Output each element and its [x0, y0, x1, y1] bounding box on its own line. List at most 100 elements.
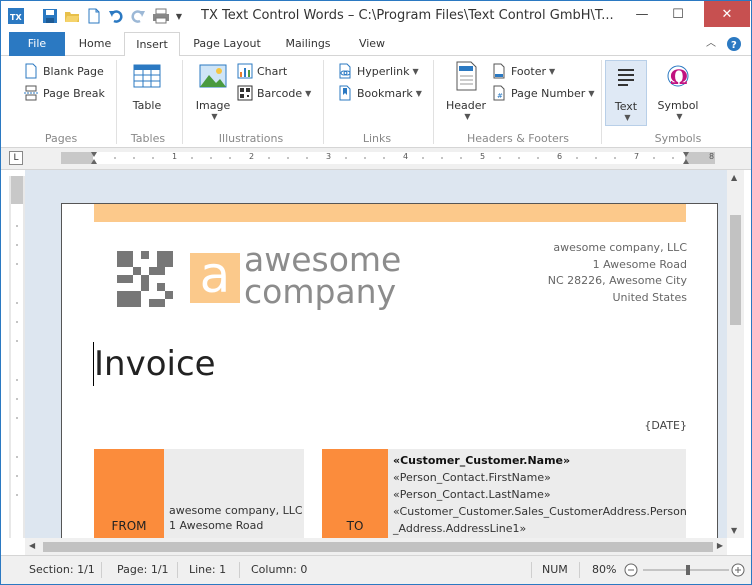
bookmark-icon [339, 85, 351, 101]
tab-view[interactable]: View [347, 32, 397, 56]
qr-code-icon [117, 251, 173, 307]
group-label-pages: Pages [44, 132, 78, 145]
customize-icon[interactable]: ▼ [173, 7, 185, 25]
blank-page-icon [25, 63, 37, 79]
company-address: awesome company, LLC 1 Awesome Road NC 2… [548, 240, 687, 306]
vertical-ruler[interactable] [9, 176, 25, 538]
zoom-in-icon[interactable] [731, 561, 747, 579]
horizontal-scrollbar[interactable]: ◀ ▶ [25, 538, 727, 555]
group-label-links: Links [362, 132, 392, 145]
vertical-scroll-thumb[interactable] [730, 215, 741, 325]
open-icon[interactable] [63, 7, 81, 25]
tab-insert[interactable]: Insert [124, 32, 180, 57]
merge-field[interactable]: «Customer_Customer.Sales_CustomerAddress… [393, 503, 687, 520]
document-area[interactable]: a awesome company awesome company, LLC 1… [25, 170, 727, 538]
chart-icon [237, 63, 253, 79]
status-bar: Section: 1/1 Page: 1/1 Line: 1 Column: 0… [1, 555, 751, 584]
blank-page-button[interactable]: Blank Page [23, 62, 104, 80]
horizontal-scroll-thumb[interactable] [43, 542, 713, 552]
hyperlink-button[interactable]: Hyperlink ▼ [337, 62, 419, 80]
tab-page-layout[interactable]: Page Layout [185, 32, 269, 56]
status-line: Line: 1 [189, 563, 227, 576]
collapse-ribbon-icon[interactable]: ︿ [701, 32, 721, 56]
from-label: FROM [111, 519, 147, 533]
group-label-headers-footers: Headers & Footers [466, 132, 570, 145]
group-separator [601, 60, 602, 144]
print-icon[interactable] [151, 7, 171, 25]
symbol-icon: Ω [667, 65, 689, 89]
group-label-illustrations: Illustrations [218, 132, 284, 145]
tab-home[interactable]: Home [67, 32, 123, 56]
zoom-out-icon[interactable] [624, 561, 640, 579]
status-separator [579, 562, 580, 578]
image-icon [199, 64, 227, 88]
ruler-mark: 4 [403, 152, 409, 161]
new-icon[interactable] [85, 7, 103, 25]
close-button[interactable]: ✕ [704, 1, 750, 27]
save-icon[interactable] [41, 7, 59, 25]
redo-icon[interactable] [129, 7, 147, 25]
group-separator [323, 60, 324, 144]
table-icon [133, 64, 161, 88]
bookmark-button[interactable]: Bookmark ▼ [337, 84, 422, 102]
merge-field[interactable]: «Person_Contact.LastName» [393, 486, 683, 503]
status-separator [531, 562, 532, 578]
logo-line-2: company [244, 272, 397, 311]
tab-mailings[interactable]: Mailings [273, 32, 343, 56]
table-button[interactable]: Table [123, 60, 171, 112]
merge-field[interactable]: _Address.AddressLine1» [393, 520, 683, 537]
document-page[interactable]: a awesome company awesome company, LLC 1… [61, 203, 718, 538]
app-icon[interactable]: TX [7, 7, 25, 25]
address-line: 1 Awesome Road [592, 257, 687, 271]
header-button[interactable]: Header ▼ [443, 60, 489, 121]
page-number-button[interactable]: # Page Number ▼ [491, 84, 594, 102]
vertical-scrollbar[interactable]: ▲ ▼ [727, 170, 744, 538]
chart-button[interactable]: Chart [237, 62, 287, 80]
scroll-down-icon[interactable]: ▼ [731, 526, 737, 535]
barcode-icon [237, 85, 253, 101]
footer-icon [493, 63, 505, 79]
hyperlink-dropdown-caret: ▼ [412, 66, 419, 76]
status-num-lock: NUM [542, 563, 568, 576]
svg-text:?: ? [731, 40, 737, 51]
status-separator [177, 562, 178, 578]
undo-icon[interactable] [107, 7, 125, 25]
maximize-button[interactable]: ☐ [661, 1, 695, 27]
from-address[interactable]: awesome company, LLC 1 Awesome Road [169, 503, 303, 533]
scroll-right-icon[interactable]: ▶ [717, 541, 723, 550]
footer-button[interactable]: Footer ▼ [491, 62, 555, 80]
help-icon[interactable]: ? [723, 32, 745, 56]
scroll-left-icon[interactable]: ◀ [29, 541, 35, 550]
hyperlink-icon [339, 63, 351, 79]
minimize-button[interactable]: — [625, 1, 659, 27]
date-field[interactable]: {DATE} [644, 419, 687, 432]
page-number-dropdown-caret: ▼ [588, 88, 595, 98]
svg-text:TX: TX [10, 13, 22, 22]
zoom-level[interactable]: 80% [592, 561, 616, 579]
address-line: United States [612, 290, 688, 304]
vertical-ruler-ticks [11, 176, 23, 538]
tab-file[interactable]: File [9, 32, 65, 56]
header-accent-bar [94, 204, 686, 222]
page-break-icon [24, 85, 38, 101]
text-dropdown-caret: ▼ [624, 113, 631, 122]
status-separator [101, 562, 102, 578]
image-button[interactable]: Image ▼ [191, 60, 235, 121]
invoice-heading[interactable]: Invoice [94, 344, 216, 384]
merge-field[interactable]: «Person_Contact.FirstName» [393, 469, 683, 486]
text-button[interactable]: Text ▼ [605, 60, 647, 126]
horizontal-ruler[interactable]: L 1 2 3 4 5 6 7 8 [1, 148, 751, 170]
footer-dropdown-caret: ▼ [549, 66, 556, 76]
ribbon-tabs: File Home Insert Page Layout Mailings Vi… [1, 32, 751, 57]
symbol-button[interactable]: Ω Symbol ▼ [655, 60, 701, 121]
to-merge-fields[interactable]: «Customer_Customer.Name» «Person_Contact… [393, 452, 687, 537]
zoom-slider[interactable] [643, 561, 729, 579]
ruler-mark: 8 [709, 152, 715, 161]
barcode-button[interactable]: Barcode ▼ [237, 84, 311, 102]
page-break-button[interactable]: Page Break [23, 84, 105, 102]
merge-field-customer-name[interactable]: «Customer_Customer.Name» [393, 452, 683, 469]
scroll-up-icon[interactable]: ▲ [731, 173, 737, 182]
logo-mark: a [190, 250, 240, 303]
status-page: Page: 1/1 [117, 563, 169, 576]
ruler-mark: 1 [172, 152, 178, 161]
